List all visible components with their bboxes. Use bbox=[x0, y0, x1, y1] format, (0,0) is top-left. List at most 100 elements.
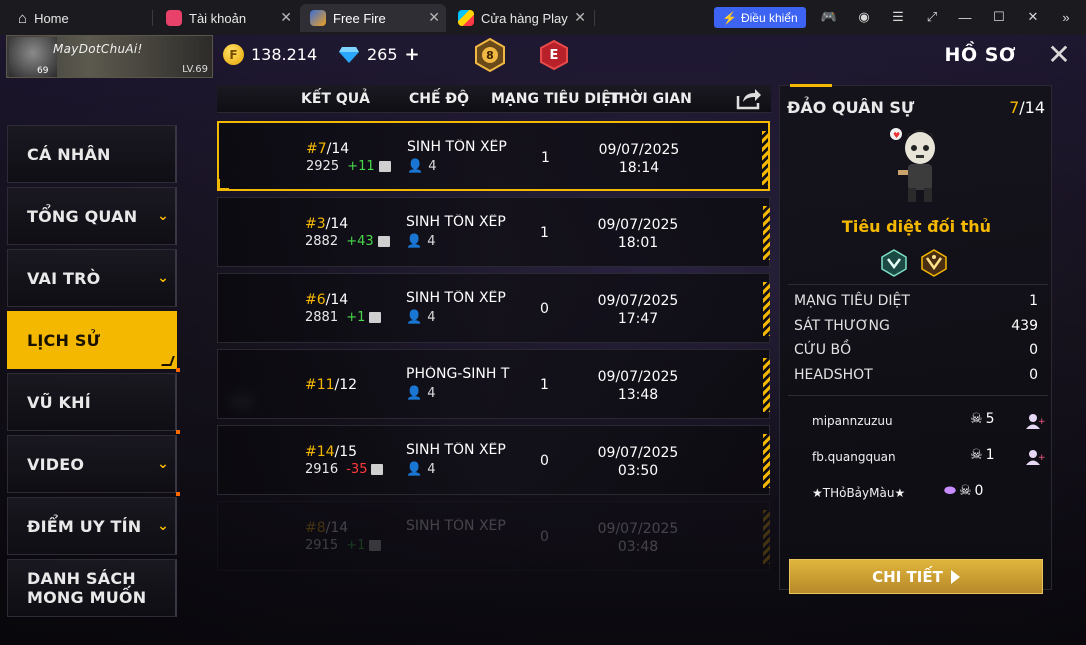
add-friend-icon[interactable]: + bbox=[1025, 448, 1045, 466]
menu-wishlist[interactable]: DANH SÁCH MONG MUỐN bbox=[7, 559, 177, 617]
tab-free-fire[interactable]: Free Fire ✕ bbox=[300, 4, 446, 32]
squad-size: 👤 4 bbox=[407, 159, 436, 174]
column-kills: MẠNG TIÊU DIỆT bbox=[491, 91, 621, 107]
match-result: #11/12 bbox=[305, 377, 357, 393]
notification-dot bbox=[176, 430, 180, 434]
tab-divider bbox=[594, 10, 595, 26]
match-mode: PHÒNG-SINH TỒN bbox=[406, 366, 510, 382]
stat-damage: SÁT THƯƠNG 439 bbox=[794, 318, 1038, 334]
rank-points: 2881 bbox=[305, 310, 339, 325]
row-stripe bbox=[763, 358, 770, 412]
match-row[interactable]: #11/12 PHÒNG-SINH TỒN 👤4 1 09/07/202513:… bbox=[217, 349, 770, 419]
teammate-name[interactable]: ★THỏBảyMàu★ bbox=[812, 486, 905, 500]
match-mode: SINH TỒN XẾP HẠNG bbox=[406, 518, 510, 534]
share-icon[interactable] bbox=[735, 87, 763, 111]
teammate-name[interactable]: mipannzuzuu bbox=[812, 414, 893, 428]
close-window-icon[interactable]: ✕ bbox=[1024, 8, 1042, 26]
mvp-medal-icon[interactable] bbox=[920, 249, 948, 277]
br-rank-badge[interactable]: 8 bbox=[472, 37, 508, 73]
menu-history-label: LỊCH SỬ bbox=[27, 330, 101, 350]
lightning-icon: ⚡ bbox=[722, 10, 737, 25]
close-icon[interactable]: ✕ bbox=[1044, 41, 1074, 71]
menu-video[interactable]: VIDEO ⌄ bbox=[7, 430, 180, 493]
expand-sidebar-icon[interactable]: » bbox=[1057, 8, 1075, 26]
match-row[interactable]: #7/14 2925 +11 SINH TỒN XẾP HẠNG 👤4 1 09… bbox=[217, 121, 770, 191]
diamond-balance[interactable]: 265 + bbox=[338, 44, 420, 65]
column-result: KẾT QUẢ bbox=[301, 91, 370, 107]
notification-dot bbox=[176, 368, 180, 372]
stat-label: SÁT THƯƠNG bbox=[794, 318, 890, 334]
details-button-label: CHI TIẾT bbox=[872, 567, 943, 586]
maximize-icon[interactable]: ☐ bbox=[990, 8, 1008, 26]
match-rank: #14 bbox=[305, 444, 335, 460]
game-viewport: MayDotChuAi! 69 LV.69 F 138.214 265 + 8 … bbox=[0, 35, 1086, 645]
menu-weapons[interactable]: VŨ KHÍ bbox=[7, 368, 180, 431]
match-kills: 1 bbox=[541, 150, 550, 166]
menu-overview[interactable]: TỔNG QUAN ⌄ bbox=[7, 187, 177, 245]
menu-personal[interactable]: CÁ NHÂN bbox=[7, 125, 177, 183]
tab-home[interactable]: ⌂ Home bbox=[8, 4, 148, 32]
details-icon bbox=[378, 161, 391, 172]
match-date: 09/07/2025 bbox=[597, 217, 679, 233]
cs-rank-badge[interactable]: E bbox=[536, 37, 572, 73]
close-tab-icon[interactable]: ✕ bbox=[280, 9, 292, 26]
menu-personal-label: CÁ NHÂN bbox=[27, 144, 111, 164]
match-rank: #8 bbox=[305, 520, 326, 536]
player-banner[interactable]: MayDotChuAi! 69 LV.69 bbox=[6, 35, 213, 78]
match-score: 2925 +11 bbox=[306, 159, 391, 174]
tab-play-store-label: Cửa hàng Play bbox=[481, 10, 568, 26]
details-icon bbox=[369, 540, 382, 551]
tab-play-store[interactable]: Cửa hàng Play ✕ bbox=[448, 4, 592, 32]
kill-medal-icon[interactable] bbox=[880, 249, 908, 277]
gamepad-icon[interactable]: 🎮 bbox=[820, 8, 838, 26]
match-time: 09/07/2025 18:01 bbox=[578, 216, 698, 252]
match-row[interactable]: #6/14 2881 +1 SINH TỒN XẾP HẠNG 👤4 0 09/… bbox=[217, 273, 770, 343]
br-rank-number: 8 bbox=[486, 48, 494, 62]
row-stripe bbox=[763, 510, 770, 564]
svg-text:+: + bbox=[1038, 417, 1045, 427]
match-time: 09/07/2025 13:48 bbox=[578, 368, 698, 404]
match-clock: 17:47 bbox=[617, 311, 659, 327]
menu-icon[interactable]: ☰ bbox=[889, 8, 907, 26]
match-result: #14/15 bbox=[305, 444, 357, 460]
match-kills: 0 bbox=[540, 453, 549, 469]
tab-free-fire-label: Free Fire bbox=[333, 10, 386, 26]
match-total: /14 bbox=[325, 216, 349, 232]
stat-revives: CỨU BỒ 0 bbox=[794, 342, 1038, 358]
chevron-down-icon: ⌄ bbox=[157, 270, 169, 286]
squad-count: 4 bbox=[427, 462, 436, 477]
add-diamond-icon[interactable]: + bbox=[405, 44, 420, 65]
menu-history[interactable]: LỊCH SỬ bbox=[7, 311, 177, 369]
match-row[interactable]: #14/15 2916 -35 SINH TỒN XẾP HẠNG 👤4 0 0… bbox=[217, 425, 770, 495]
stat-value: 0 bbox=[1029, 342, 1038, 358]
match-row[interactable]: #3/14 2882 +43 SINH TỒN XẾP HẠNG 👤4 1 09… bbox=[217, 197, 770, 267]
add-friend-icon[interactable]: + bbox=[1025, 412, 1045, 430]
history-table-header: KẾT QUẢ CHẾ ĐỘ MẠNG TIÊU DIỆT THỜI GIAN bbox=[217, 85, 771, 113]
teammate-name[interactable]: fb.quangquan bbox=[812, 450, 896, 464]
match-mode: SINH TỒN XẾP HẠNG bbox=[406, 290, 510, 306]
close-tab-icon[interactable]: ✕ bbox=[428, 9, 440, 26]
match-kills: 0 bbox=[540, 301, 549, 317]
match-total: /14 bbox=[325, 292, 349, 308]
controls-button[interactable]: ⚡ Điều khiển bbox=[714, 7, 806, 28]
account-app-icon bbox=[166, 10, 182, 26]
resize-icon[interactable]: ⤢ bbox=[923, 8, 941, 26]
minimize-icon[interactable]: — bbox=[956, 8, 974, 26]
tab-account[interactable]: Tài khoản ✕ bbox=[156, 4, 298, 32]
menu-credit-score[interactable]: ĐIỂM UY TÍN ⌄ bbox=[7, 492, 180, 555]
match-kills: 1 bbox=[540, 225, 549, 241]
match-detail-panel: ĐẢO QUÂN SỰ 7/14 ♥ Tiêu diệt đối thủ MẠN… bbox=[779, 84, 1052, 594]
details-button[interactable]: CHI TIẾT bbox=[789, 559, 1043, 594]
match-row[interactable]: #8/14 2915 +1 SINH TỒN XẾP HẠNG 0 09/07/… bbox=[217, 501, 770, 571]
match-total: /14 bbox=[325, 520, 349, 536]
menu-roles[interactable]: VAI TRÒ ⌄ bbox=[7, 249, 177, 307]
account-circle-icon[interactable]: ◉ bbox=[855, 8, 873, 26]
points-change: +43 bbox=[346, 234, 374, 249]
match-date: 09/07/2025 bbox=[597, 445, 679, 461]
close-tab-icon[interactable]: ✕ bbox=[574, 9, 586, 26]
stat-label: MẠNG TIÊU DIỆT bbox=[794, 293, 910, 309]
match-rank: #11 bbox=[305, 377, 335, 393]
person-icon: 👤 bbox=[406, 462, 423, 477]
stat-value: 1 bbox=[1029, 293, 1038, 309]
teammate-kill-count: 5 bbox=[985, 411, 995, 427]
